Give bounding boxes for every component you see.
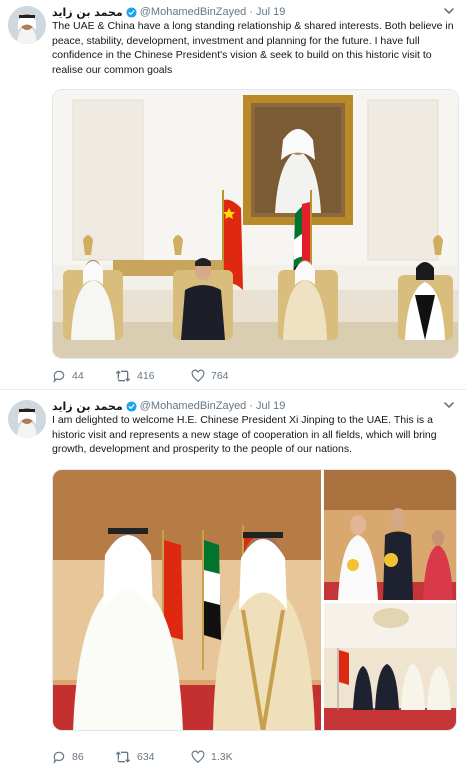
display-name[interactable]: محمد بن زايد bbox=[52, 6, 123, 19]
retweet-icon bbox=[115, 370, 131, 382]
reply-button[interactable]: 44 bbox=[52, 369, 97, 383]
tweet-photo[interactable] bbox=[52, 89, 459, 359]
tweet-header: محمد بن زايد @MohamedBinZayed · Jul 19 bbox=[52, 4, 285, 20]
verified-badge-icon bbox=[126, 6, 137, 18]
retweet-button[interactable]: 634 bbox=[115, 750, 173, 764]
tweet-photo-grid bbox=[52, 469, 457, 731]
reply-icon bbox=[53, 370, 65, 383]
reply-count: 86 bbox=[72, 751, 84, 763]
retweet-icon bbox=[115, 751, 131, 763]
verified-badge-icon bbox=[126, 400, 137, 412]
chevron-down-icon[interactable] bbox=[442, 4, 456, 18]
tweet[interactable]: محمد بن زايد @MohamedBinZayed · Jul 19 T… bbox=[0, 0, 466, 390]
display-name[interactable]: محمد بن زايد bbox=[52, 400, 123, 413]
reply-count: 44 bbox=[72, 370, 84, 382]
like-button[interactable]: 764 bbox=[191, 369, 229, 383]
reply-icon bbox=[53, 751, 65, 764]
retweet-count: 634 bbox=[137, 751, 155, 763]
reply-button[interactable]: 86 bbox=[52, 750, 97, 764]
separator: · bbox=[249, 6, 253, 18]
tweet-actions: 86 634 1.3K bbox=[52, 750, 255, 764]
like-icon bbox=[191, 369, 205, 383]
like-count: 1.3K bbox=[211, 751, 233, 763]
tweet-header: محمد بن زايد @MohamedBinZayed · Jul 19 bbox=[52, 398, 285, 414]
avatar[interactable] bbox=[8, 400, 46, 438]
tweet-photo[interactable] bbox=[53, 470, 321, 731]
tweet-photo[interactable] bbox=[324, 470, 457, 600]
like-button[interactable]: 1.3K bbox=[191, 750, 233, 764]
like-icon bbox=[191, 750, 205, 764]
separator: · bbox=[249, 400, 253, 412]
avatar[interactable] bbox=[8, 6, 46, 44]
username[interactable]: @MohamedBinZayed bbox=[140, 6, 247, 18]
retweet-count: 416 bbox=[137, 370, 155, 382]
tweet-text: The UAE & China have a long standing rel… bbox=[52, 20, 454, 76]
timestamp[interactable]: Jul 19 bbox=[256, 6, 285, 18]
chevron-down-icon[interactable] bbox=[442, 398, 456, 412]
like-count: 764 bbox=[211, 370, 229, 382]
timestamp[interactable]: Jul 19 bbox=[256, 400, 285, 412]
username[interactable]: @MohamedBinZayed bbox=[140, 400, 247, 412]
tweet[interactable]: محمد بن زايد @MohamedBinZayed · Jul 19 I… bbox=[0, 390, 466, 774]
tweet-photo[interactable] bbox=[324, 603, 457, 731]
retweet-button[interactable]: 416 bbox=[115, 369, 173, 383]
tweet-actions: 44 416 764 bbox=[52, 369, 251, 383]
tweet-text: I am delighted to welcome H.E. Chinese P… bbox=[52, 414, 437, 455]
